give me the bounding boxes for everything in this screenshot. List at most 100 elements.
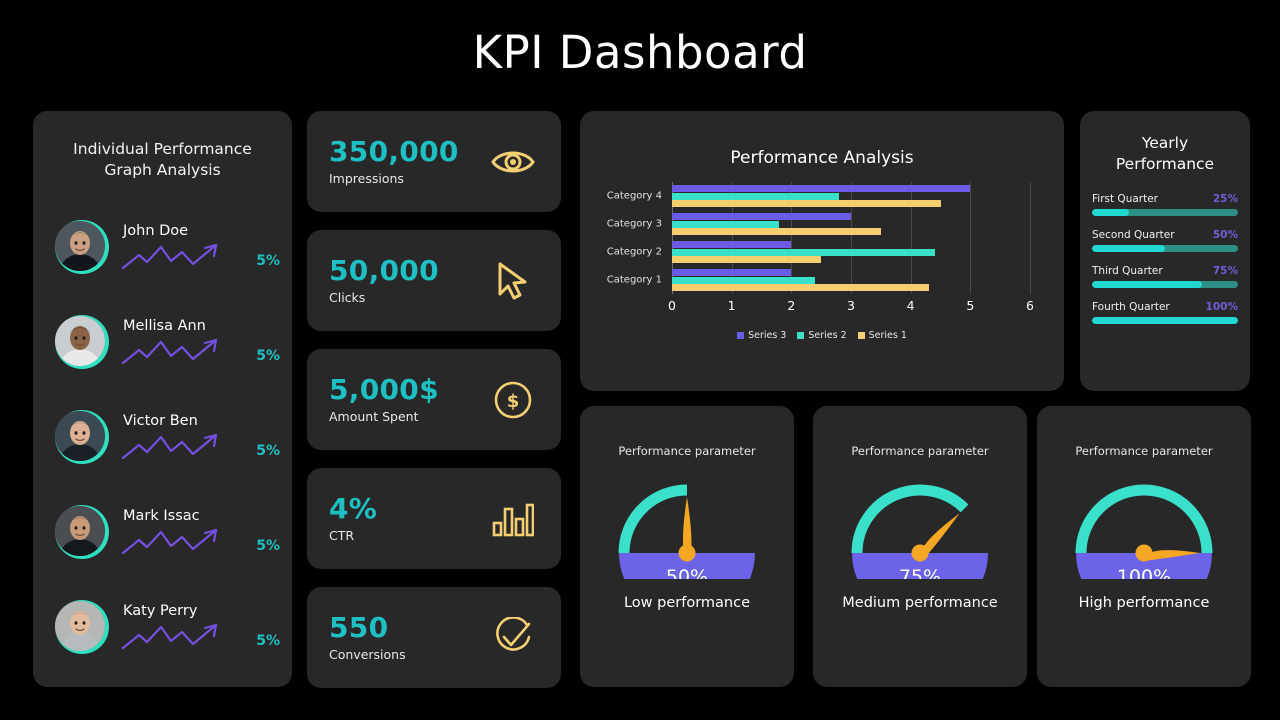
quarter-row: Fourth Quarter 100% (1092, 301, 1238, 324)
chart-legend: Series 3 Series 2 Series 1 (580, 330, 1064, 341)
chart-x-tick-label: 0 (668, 298, 676, 313)
chart-x-tick-label: 2 (787, 298, 796, 313)
chart-category-label: Category 4 (606, 190, 662, 202)
svg-text:$: $ (507, 391, 520, 412)
kpi-card-impressions[interactable]: 350,000 Impressions (307, 111, 561, 212)
individual-performance-title-line2: Graph Analysis (104, 161, 221, 179)
quarter-name: Third Quarter (1092, 265, 1163, 277)
gauge-card-medium-performance: Performance parameter 75% Medium perform… (813, 406, 1027, 687)
quarter-header: Second Quarter 50% (1092, 229, 1238, 241)
gauge-caption: Low performance (623, 595, 751, 611)
trend-up-arrow-icon (121, 433, 218, 459)
quarter-header: Third Quarter 75% (1092, 265, 1238, 277)
trend-up-arrow-icon (121, 243, 218, 269)
gauge-svg: 75% (851, 484, 988, 579)
person-info: Katy Perry 5% (121, 602, 292, 651)
kpi-text: 50,000 Clicks (329, 253, 487, 306)
chart-gridline (910, 182, 912, 294)
chart-legend-swatch (797, 332, 805, 339)
kpi-card-ctr[interactable]: 4% CTR (307, 468, 561, 569)
gauge-parameter-label: Performance parameter (851, 444, 989, 458)
avatar (55, 314, 109, 369)
individual-performance-title: Individual Performance Graph Analysis (33, 139, 292, 181)
person-row[interactable]: Mark Issac 5% (33, 484, 292, 579)
gauge-percent-label: 100% (1117, 566, 1171, 579)
quarter-name: Fourth Quarter (1092, 301, 1170, 313)
gauge-value-arc (618, 484, 688, 554)
gauge-svg: 50% (618, 484, 755, 579)
kpi-card-amount-spent[interactable]: 5,000$ Amount Spent $ (307, 349, 561, 450)
chart-category-label: Category 2 (606, 246, 662, 258)
chart-gridline (1030, 182, 1031, 294)
gauge-svg: 100% (1075, 484, 1213, 579)
avatar-victor-ben (55, 410, 105, 461)
kpi-card-clicks[interactable]: 50,000 Clicks (307, 230, 561, 331)
gauge-percent-label: 50% (666, 566, 708, 579)
chart-legend-item[interactable]: Series 1 (857, 330, 907, 341)
yearly-title-line1: Yearly (1141, 134, 1189, 152)
chart-legend-swatch (737, 332, 745, 339)
quarter-header: First Quarter 25% (1092, 193, 1238, 205)
gauge-card-high-performance: Performance parameter 100% High performa… (1037, 406, 1251, 687)
person-name: Mellisa Ann (123, 317, 206, 334)
person-percent: 5% (256, 537, 280, 554)
kpi-value: 50,000 (329, 253, 439, 287)
kpi-label: Conversions (329, 647, 406, 663)
person-row[interactable]: John Doe 5% (33, 199, 292, 294)
person-name: Victor Ben (123, 412, 198, 429)
chart-legend-item[interactable]: Series 3 (737, 330, 786, 341)
chart-bar (672, 269, 792, 276)
gauge-card-low-performance: Performance parameter 50% Low performanc… (580, 406, 794, 687)
chart-legend-swatch (857, 332, 865, 339)
person-row[interactable]: Mellisa Ann 5% (33, 294, 292, 389)
gauge-caption: Medium performance (842, 595, 998, 611)
kpi-value: 5,000$ (329, 372, 439, 406)
quarter-percent: 50% (1212, 229, 1238, 241)
chart-bar (672, 200, 941, 207)
chart-x-tick-label: 3 (847, 298, 855, 313)
gauge-parameter-label: Performance parameter (1075, 444, 1213, 458)
chart-bar (672, 284, 929, 291)
quarter-row: Third Quarter 75% (1092, 265, 1238, 288)
person-percent: 5% (256, 252, 280, 269)
gauge-needle-hub (678, 544, 696, 562)
yearly-title-line2: Performance (1115, 155, 1215, 173)
person-percent: 5% (256, 347, 280, 364)
gauge-graphic-high: 100% (1037, 467, 1251, 579)
quarter-progress-fill (1092, 281, 1202, 288)
chart-x-tick-label: 6 (1026, 298, 1034, 313)
eye-icon (487, 146, 539, 178)
chart-plot-area: Category 1 Category 2 Category 3 Category 4… (580, 182, 1064, 352)
yearly-performance-panel: Yearly Performance First Quarter 25% Secon… (1080, 111, 1250, 391)
avatar (55, 599, 109, 654)
gauge-value-arc (1075, 484, 1213, 554)
quarter-progress-list: First Quarter 25% Second Quarter 50% Third Q… (1080, 193, 1250, 324)
person-name: Katy Perry (123, 602, 198, 619)
person-row[interactable]: Victor Ben 5% (33, 389, 292, 484)
gauge-caption: High performance (1078, 595, 1210, 611)
chart-bar (672, 228, 881, 235)
quarter-name: First Quarter (1092, 193, 1158, 205)
gauge-graphic-medium: 75% (813, 467, 1027, 579)
person-info: John Doe 5% (121, 223, 292, 271)
avatar (55, 504, 109, 559)
dollar-circle-icon: $ (487, 380, 539, 420)
kpi-label: Amount Spent (329, 409, 419, 425)
quarter-progress-track (1092, 209, 1238, 216)
avatar-katy-perry (55, 600, 105, 651)
quarter-progress-track (1092, 317, 1238, 324)
kpi-card-conversions[interactable]: 550 Conversions (307, 587, 561, 688)
quarter-progress-fill (1092, 245, 1165, 252)
person-row[interactable]: Katy Perry 5% (33, 579, 292, 674)
kpi-value: 4% (329, 491, 378, 525)
kpi-label: Clicks (329, 290, 366, 306)
kpi-text: 4% CTR (329, 491, 487, 544)
chart-legend-item[interactable]: Series 2 (797, 330, 847, 341)
people-list: John Doe 5% Mellisa Ann 5% Victor Ben 5% Mark … (33, 199, 292, 674)
quarter-percent: 25% (1212, 193, 1238, 205)
quarter-header: Fourth Quarter 100% (1092, 301, 1238, 313)
person-info: Mark Issac 5% (121, 508, 292, 556)
avatar-mellisa-ann (55, 315, 105, 366)
quarter-percent: 100% (1205, 301, 1238, 313)
kpi-text: 350,000 Impressions (329, 136, 487, 187)
